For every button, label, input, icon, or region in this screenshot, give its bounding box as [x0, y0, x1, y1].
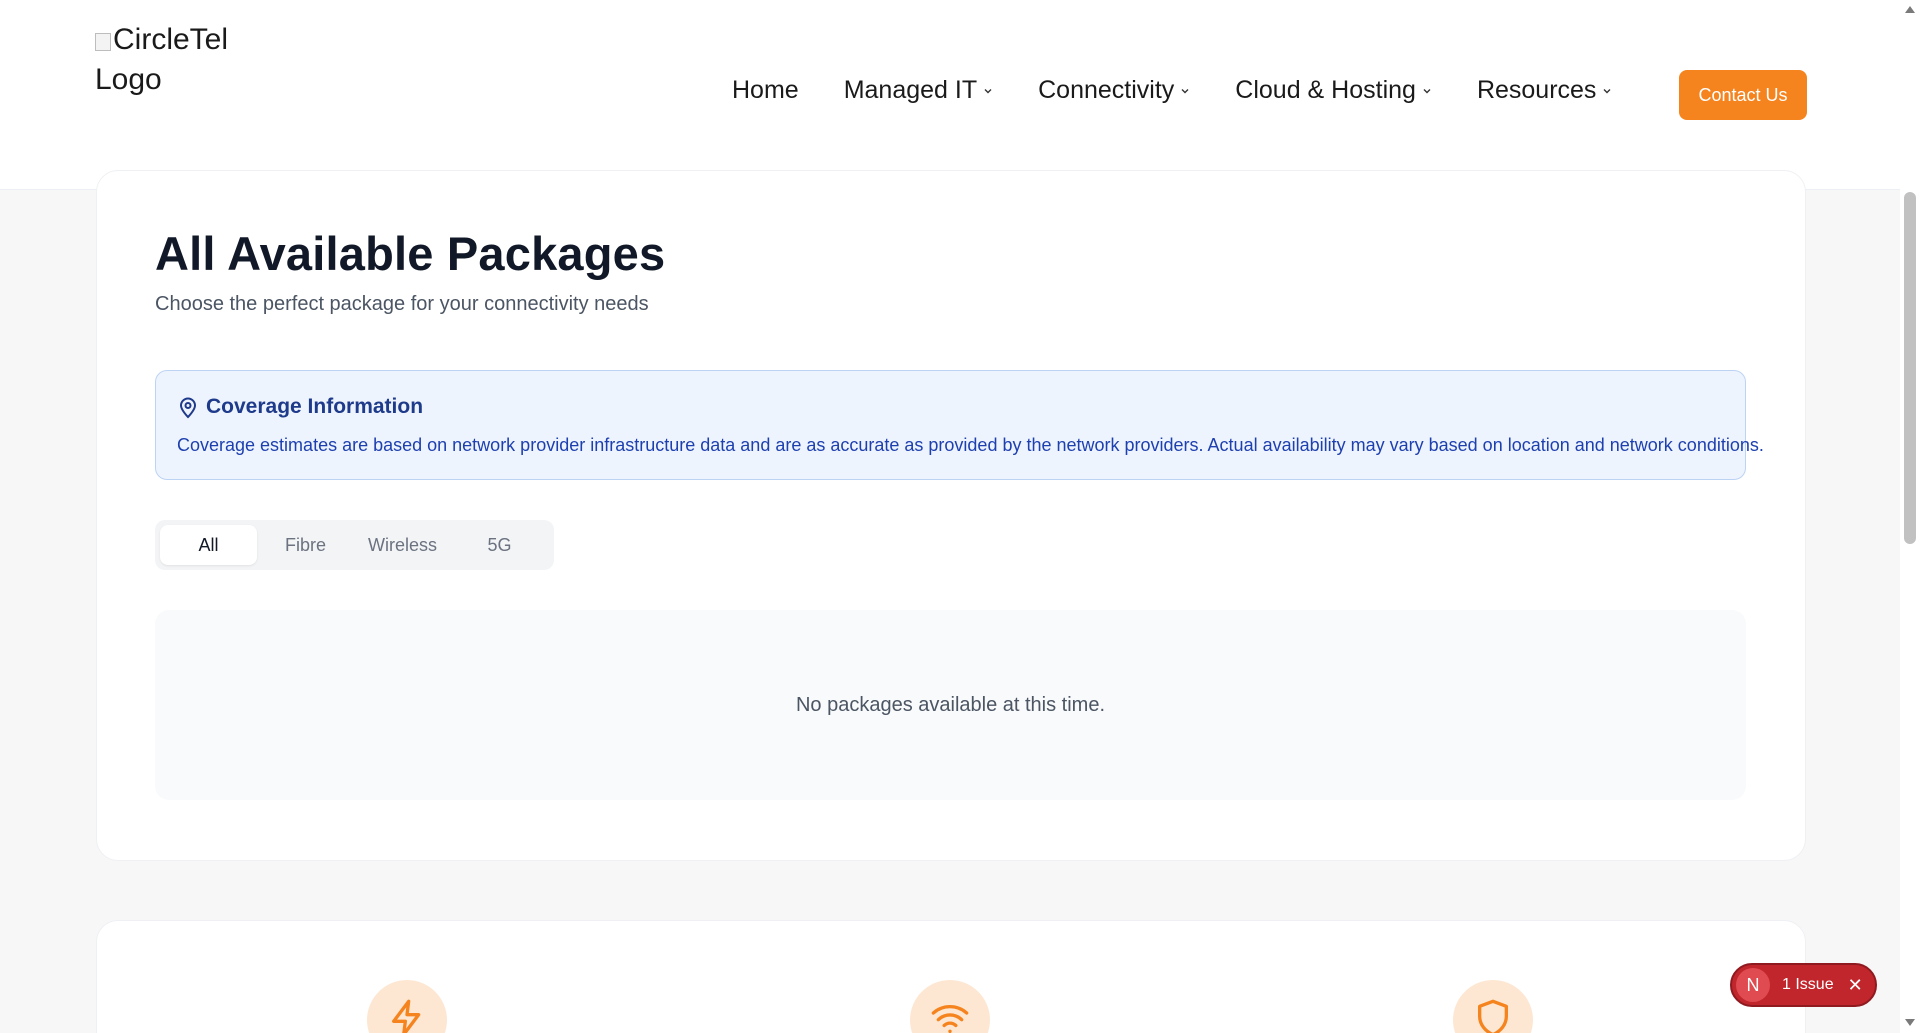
wifi-icon: [931, 1005, 969, 1033]
nav-item-label: Managed IT: [843, 76, 978, 104]
zap-icon: [392, 999, 421, 1033]
empty-packages-box: No packages available at this time.: [155, 610, 1746, 800]
broken-image-icon: [95, 33, 111, 51]
nav-item-connectivity[interactable]: Connectivity: [1038, 76, 1190, 105]
nav-item-label: Cloud & Hosting: [1235, 76, 1416, 104]
scrollbar-thumb[interactable]: [1904, 192, 1916, 544]
nav-item-home[interactable]: Home: [732, 76, 799, 105]
empty-message: No packages available at this time.: [795, 693, 1106, 716]
coverage-info-box: Coverage Information Coverage estimates …: [155, 370, 1764, 480]
chevron-down-icon: [984, 88, 992, 93]
nav-item-resources[interactable]: Resources: [1477, 76, 1613, 105]
issue-badge[interactable]: N 1 Issue ✕: [1730, 963, 1877, 1007]
coverage-text: Coverage estimates are based on network …: [177, 435, 1764, 455]
chevron-down-icon: [1603, 88, 1611, 93]
map-pin-icon: [179, 397, 197, 419]
chevron-down-icon: [1423, 88, 1431, 93]
nav-item-cloud-hosting[interactable]: Cloud & Hosting: [1235, 76, 1432, 105]
close-icon[interactable]: ✕: [1848, 975, 1863, 996]
tab-fibre[interactable]: Fibre: [257, 525, 354, 565]
tab-5g[interactable]: 5G: [451, 525, 548, 565]
issue-avatar: N: [1736, 968, 1770, 1002]
page-subtitle: Choose the perfect package for your conn…: [155, 293, 649, 315]
main-nav: Home Managed IT Connectivity Cloud & Hos…: [732, 76, 1657, 105]
scroll-up-icon[interactable]: [1903, 3, 1917, 15]
scroll-down-icon[interactable]: [1903, 1017, 1917, 1029]
page-title: All Available Packages: [155, 227, 666, 280]
contact-us-button[interactable]: Contact Us: [1679, 70, 1807, 120]
nav-item-label: Connectivity: [1038, 76, 1175, 104]
package-filter-tabs: All Fibre Wireless 5G: [155, 520, 554, 570]
site-header: CircleTel Logo Home Managed IT Connectiv…: [0, 0, 1900, 190]
nav-item-managed-it[interactable]: Managed IT: [844, 76, 993, 105]
tab-wireless[interactable]: Wireless: [354, 525, 451, 565]
issue-label: 1 Issue: [1782, 976, 1834, 993]
nav-item-label: Home: [732, 76, 799, 104]
logo-alt-text: CircleTel Logo: [95, 23, 229, 96]
logo[interactable]: CircleTel Logo: [95, 20, 255, 100]
nav-item-label: Resources: [1476, 76, 1597, 104]
shield-icon: [1478, 999, 1508, 1033]
coverage-title: Coverage Information: [206, 395, 424, 418]
chevron-down-icon: [1181, 88, 1189, 93]
tab-all[interactable]: All: [160, 525, 257, 565]
